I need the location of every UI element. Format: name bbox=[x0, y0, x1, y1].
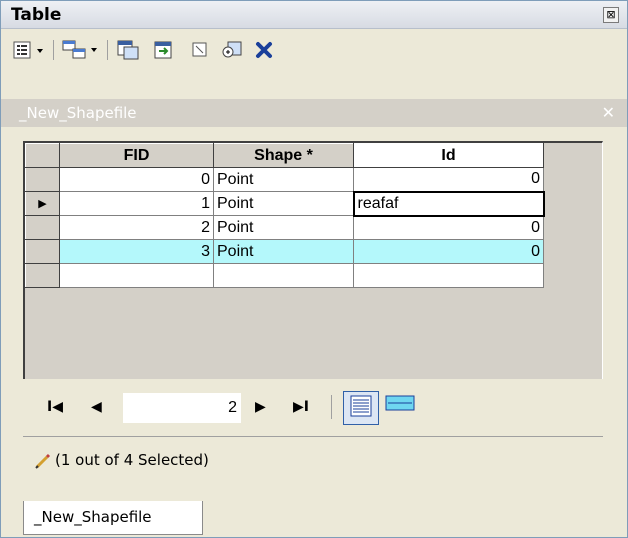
related-tables-button[interactable] bbox=[61, 38, 101, 62]
clear-selection-button[interactable] bbox=[189, 38, 211, 62]
row-selector[interactable] bbox=[25, 167, 60, 192]
cell-id-editing[interactable]: reafaf bbox=[352, 190, 545, 217]
clear-selection-icon bbox=[190, 40, 210, 60]
cell-id[interactable]: 0 bbox=[353, 167, 544, 192]
tab-new-shapefile[interactable]: _New_Shapefile bbox=[23, 501, 203, 535]
last-record-button[interactable]: ▶I bbox=[293, 399, 309, 415]
cell-fid[interactable]: 0 bbox=[59, 167, 214, 192]
selection-count: (1 out of 4 Selected) bbox=[55, 451, 209, 469]
table-window: Table ⊠ _New_Shapefile ✕ FID Shape * Id … bbox=[0, 0, 628, 538]
cell-shape[interactable]: Point bbox=[213, 239, 354, 264]
show-all-records-button[interactable] bbox=[343, 391, 379, 425]
switch-selection-icon bbox=[152, 39, 176, 61]
cell-shape[interactable]: Point bbox=[213, 167, 354, 192]
column-header-id[interactable]: Id bbox=[353, 143, 544, 168]
row-selector[interactable] bbox=[25, 263, 60, 288]
pane-title: _New_Shapefile bbox=[19, 104, 137, 122]
cell-shape[interactable]: Point bbox=[213, 215, 354, 240]
close-icon[interactable]: ⊠ bbox=[603, 7, 619, 23]
toolbar bbox=[1, 30, 627, 70]
current-row-indicator[interactable]: ▶ bbox=[25, 191, 60, 216]
previous-record-button[interactable]: ◀ bbox=[91, 399, 102, 415]
cell-fid[interactable] bbox=[59, 263, 214, 288]
table-row[interactable]: 0 Point 0 bbox=[25, 167, 544, 192]
table-row-selected[interactable]: 3 Point 0 bbox=[25, 239, 544, 264]
record-navigation: I◀ ◀ 2 ▶ ▶I bbox=[23, 379, 603, 437]
select-by-attributes-button[interactable] bbox=[115, 38, 141, 62]
table-options-icon bbox=[13, 40, 47, 60]
switch-selection-button[interactable] bbox=[151, 38, 177, 62]
table-row[interactable]: 2 Point 0 bbox=[25, 215, 544, 240]
pencil-icon bbox=[35, 453, 51, 473]
nav-separator bbox=[331, 395, 332, 419]
attribute-grid: FID Shape * Id 0 Point 0 ▶ 1 Point reafa… bbox=[23, 141, 603, 379]
row-selector[interactable] bbox=[25, 215, 60, 240]
row-selector[interactable] bbox=[25, 239, 60, 264]
selected-records-icon bbox=[385, 395, 415, 415]
zoom-to-selected-icon bbox=[220, 39, 244, 61]
column-header-fid[interactable]: FID bbox=[59, 143, 214, 168]
delete-selected-icon bbox=[254, 40, 274, 60]
attribute-table: FID Shape * Id 0 Point 0 ▶ 1 Point reafa… bbox=[25, 143, 545, 288]
window-title: Table bbox=[11, 5, 62, 25]
cell-fid[interactable]: 1 bbox=[59, 191, 214, 216]
pane-close-icon[interactable]: ✕ bbox=[602, 103, 615, 122]
zoom-to-selected-button[interactable] bbox=[219, 38, 245, 62]
corner-cell[interactable] bbox=[25, 143, 60, 168]
toolbar-separator bbox=[53, 40, 54, 60]
select-by-attributes-icon bbox=[116, 39, 140, 61]
cell-fid[interactable]: 2 bbox=[59, 215, 214, 240]
all-records-icon bbox=[349, 394, 373, 422]
cell-shape[interactable] bbox=[213, 263, 354, 288]
pane-header: _New_Shapefile ✕ bbox=[1, 99, 627, 127]
first-record-button[interactable]: I◀ bbox=[47, 399, 63, 415]
cell-id[interactable]: 0 bbox=[353, 239, 544, 264]
cell-fid[interactable]: 3 bbox=[59, 239, 214, 264]
header-row: FID Shape * Id bbox=[25, 143, 544, 168]
table-options-button[interactable] bbox=[13, 38, 47, 62]
next-record-button[interactable]: ▶ bbox=[255, 399, 266, 415]
table-row[interactable]: ▶ 1 Point reafaf bbox=[25, 190, 545, 217]
cell-id[interactable] bbox=[353, 263, 544, 288]
column-header-shape[interactable]: Shape * bbox=[213, 143, 354, 168]
cell-shape[interactable]: Point bbox=[213, 191, 354, 216]
toolbar-separator bbox=[107, 40, 108, 60]
show-selected-records-button[interactable] bbox=[383, 393, 417, 417]
title-bar: Table ⊠ bbox=[1, 1, 627, 29]
record-number-input[interactable]: 2 bbox=[123, 393, 241, 423]
table-row-new[interactable] bbox=[25, 263, 544, 288]
delete-selected-button[interactable] bbox=[253, 38, 275, 62]
cell-id[interactable]: 0 bbox=[353, 215, 544, 240]
related-tables-icon bbox=[61, 39, 101, 61]
